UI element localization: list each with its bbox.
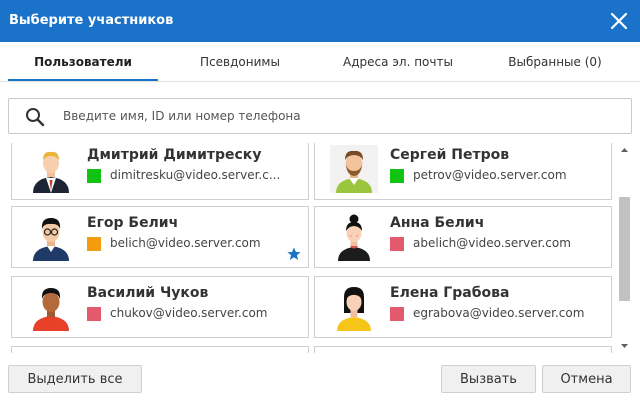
active-tab-indicator bbox=[8, 79, 158, 81]
contact-name: Анна Белич bbox=[390, 215, 485, 231]
scroll-thumb[interactable] bbox=[619, 197, 630, 301]
man-glasses-avatar-icon bbox=[33, 218, 69, 261]
cancel-button[interactable]: Отмена bbox=[542, 365, 631, 393]
scroll-up-arrow-icon[interactable] bbox=[617, 143, 632, 157]
contact-name: Дмитрий Димитреску bbox=[87, 147, 262, 163]
bearded-man-avatar-icon bbox=[330, 145, 378, 193]
contact-card[interactable]: Елена Грабова egrabova@video.server.com bbox=[314, 276, 612, 338]
contact-email: egrabova@video.server.com bbox=[413, 306, 585, 320]
call-button[interactable]: Вызвать bbox=[441, 365, 536, 393]
contact-name: Василий Чуков bbox=[87, 285, 209, 301]
contact-card[interactable] bbox=[314, 346, 612, 353]
search-box bbox=[8, 98, 632, 134]
select-all-button[interactable]: Выделить все bbox=[8, 365, 142, 393]
tab-bar: Пользователи Псевдонимы Адреса эл. почты… bbox=[0, 42, 640, 82]
contact-card[interactable]: Дмитрий Димитреску dimitresku@video.serv… bbox=[11, 143, 309, 200]
status-indicator bbox=[87, 237, 101, 251]
search-input[interactable] bbox=[63, 100, 623, 132]
contact-card[interactable]: Василий Чуков chukov@video.server.com bbox=[11, 276, 309, 338]
tab-aliases[interactable]: Псевдонимы bbox=[165, 42, 315, 82]
close-icon[interactable] bbox=[606, 8, 632, 34]
contact-card[interactable]: Сергей Петров petrov@video.server.com bbox=[314, 143, 612, 200]
contact-card[interactable]: Егор Белич belich@video.server.com bbox=[11, 206, 309, 268]
man-red-shirt-avatar-icon bbox=[33, 288, 69, 331]
tab-email-addresses[interactable]: Адреса эл. почты bbox=[322, 42, 474, 82]
title-bar: Выберите участников bbox=[0, 0, 640, 42]
woman-bun-avatar-icon bbox=[338, 214, 370, 261]
tab-selected[interactable]: Выбранные (0) bbox=[480, 42, 630, 82]
status-indicator bbox=[390, 169, 404, 183]
businessman-avatar-icon bbox=[33, 151, 69, 193]
tab-users[interactable]: Пользователи bbox=[8, 42, 158, 82]
contact-email: petrov@video.server.com bbox=[413, 168, 567, 182]
select-participants-dialog: Выберите участников Пользователи Псевдон… bbox=[0, 0, 640, 400]
contact-email: dimitresku@video.server.c... bbox=[110, 168, 281, 182]
list-scrollbar[interactable] bbox=[617, 143, 632, 353]
contact-card[interactable]: Анна Белич abelich@video.server.com bbox=[314, 206, 612, 268]
search-icon bbox=[26, 108, 45, 127]
contact-card[interactable] bbox=[11, 346, 309, 353]
woman-yellow-avatar-icon bbox=[337, 287, 371, 331]
status-indicator bbox=[87, 169, 101, 183]
contact-email: abelich@video.server.com bbox=[413, 236, 571, 250]
contact-name: Егор Белич bbox=[87, 215, 179, 231]
contact-name: Сергей Петров bbox=[390, 147, 510, 163]
status-indicator bbox=[390, 237, 404, 251]
status-indicator bbox=[390, 307, 404, 321]
contacts-list: Дмитрий Димитреску dimitresku@video.serv… bbox=[8, 143, 616, 353]
status-indicator bbox=[87, 307, 101, 321]
contact-email: belich@video.server.com bbox=[110, 236, 261, 250]
scroll-down-arrow-icon[interactable] bbox=[617, 339, 632, 353]
favorite-star-icon[interactable] bbox=[287, 247, 301, 261]
contact-name: Елена Грабова bbox=[390, 285, 510, 301]
dialog-title: Выберите участников bbox=[9, 13, 174, 28]
contact-email: chukov@video.server.com bbox=[110, 306, 268, 320]
